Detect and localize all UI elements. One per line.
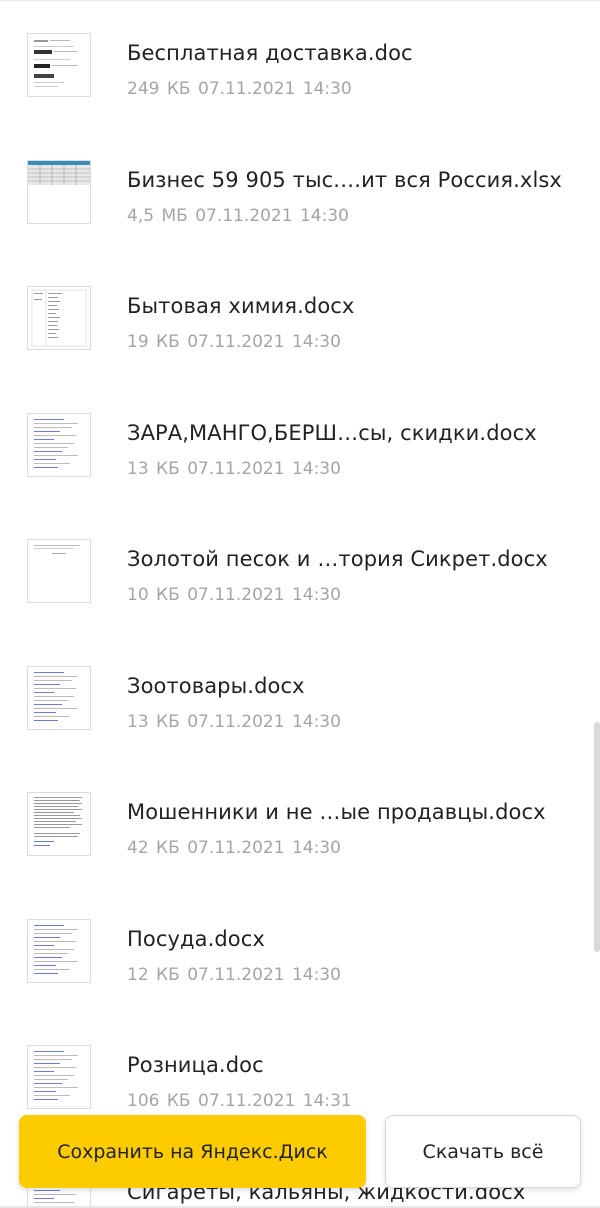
file-meta: 42 КБ 07.11.2021 14:30 [127, 838, 341, 858]
file-date: 07.11.2021 [187, 838, 285, 858]
file-time: 14:30 [299, 205, 349, 226]
file-thumbnail-icon [27, 792, 91, 856]
file-thumbnail-icon [27, 665, 91, 730]
file-date: 07.11.2021 [198, 79, 296, 99]
file-row[interactable]: Зоотовары.docx 13 КБ 07.11.2021 14:30 [0, 633, 600, 759]
file-size: 106 КБ [127, 1091, 191, 1111]
file-thumbnail-icon [27, 918, 91, 983]
file-name: Бесплатная доставка.doc [127, 41, 413, 65]
file-meta: 249 КБ 07.11.2021 14:30 [127, 79, 352, 99]
file-size: 12 КБ [127, 964, 180, 985]
file-row[interactable]: Бытовая химия.docx 19 КБ 07.11.2021 14:30 [0, 253, 600, 379]
public-folder-screen: Бесплатная доставка.doc 249 КБ 07.11.2021… [0, 0, 600, 1208]
file-size: 249 КБ [127, 79, 191, 99]
file-date: 07.11.2021 [187, 585, 285, 605]
file-thumbnail-icon [27, 1045, 91, 1109]
file-time: 14:30 [291, 585, 341, 605]
file-name: Золотой песок и …тория Сикрет.docx [127, 547, 548, 571]
file-time: 14:30 [291, 332, 341, 352]
file-date: 07.11.2021 [187, 332, 285, 352]
file-row[interactable]: ЗАРА,МАНГО,БЕРШ…сы, скидки.docx 13 КБ 07.… [0, 380, 600, 506]
file-name: Бизнес 59 905 тыс.…ит вся Россия.xlsx [127, 167, 562, 192]
file-time: 14:30 [291, 711, 341, 732]
file-name: Посуда.docx [127, 926, 265, 951]
file-size: 19 КБ [127, 332, 180, 352]
file-meta: 10 КБ 07.11.2021 14:30 [127, 585, 341, 605]
file-meta: 19 КБ 07.11.2021 14:30 [127, 332, 341, 352]
file-meta: 4,5 МБ 07.11.2021 14:30 [127, 206, 349, 226]
file-name: Зоотовары.docx [127, 673, 305, 698]
file-name: Мошенники и не …ые продавцы.docx [127, 800, 546, 824]
save-to-disk-button[interactable]: Сохранить на Яндекс.Диск [19, 1115, 366, 1188]
file-meta: 12 КБ 07.11.2021 14:30 [127, 965, 341, 985]
file-name: Розница.doc [127, 1053, 264, 1077]
file-meta: 13 КБ 07.11.2021 14:30 [127, 712, 341, 732]
file-row[interactable]: Посуда.docx 12 КБ 07.11.2021 14:30 [0, 886, 600, 1012]
file-meta: 106 КБ 07.11.2021 14:31 [127, 1091, 352, 1111]
file-thumbnail-icon [27, 412, 91, 477]
file-thumbnail-icon [27, 33, 91, 97]
file-thumbnail-icon [27, 286, 91, 350]
file-thumbnail-icon [27, 159, 91, 224]
file-time: 14:30 [291, 964, 341, 985]
file-name: Бытовая химия.docx [127, 294, 355, 318]
file-name: ЗАРА,МАНГО,БЕРШ…сы, скидки.docx [127, 420, 537, 445]
file-meta: 13 КБ 07.11.2021 14:30 [127, 459, 341, 479]
file-time: 14:30 [291, 458, 341, 479]
file-time: 14:30 [291, 838, 341, 858]
file-date: 07.11.2021 [187, 458, 285, 479]
file-size: 13 КБ [127, 458, 180, 479]
file-row[interactable]: Бесплатная доставка.doc 249 КБ 07.11.2021… [0, 0, 600, 126]
file-date: 07.11.2021 [187, 964, 285, 985]
file-row[interactable]: Золотой песок и …тория Сикрет.docx 10 КБ … [0, 506, 600, 632]
file-row[interactable]: Мошенники и не …ые продавцы.docx 42 КБ 07… [0, 759, 600, 885]
file-time: 14:31 [302, 1091, 352, 1111]
file-date: 07.11.2021 [198, 1091, 296, 1111]
file-size: 42 КБ [127, 838, 180, 858]
file-size: 4,5 МБ [127, 205, 188, 226]
download-all-button[interactable]: Скачать всё [385, 1115, 581, 1188]
file-row[interactable]: Бизнес 59 905 тыс.…ит вся Россия.xlsx 4,5… [0, 127, 600, 253]
file-date: 07.11.2021 [187, 711, 285, 732]
file-time: 14:30 [302, 79, 352, 99]
file-size: 10 КБ [127, 585, 180, 605]
file-size: 13 КБ [127, 711, 180, 732]
file-date: 07.11.2021 [195, 205, 293, 226]
file-thumbnail-icon [27, 539, 91, 603]
scrollbar[interactable] [594, 722, 600, 952]
